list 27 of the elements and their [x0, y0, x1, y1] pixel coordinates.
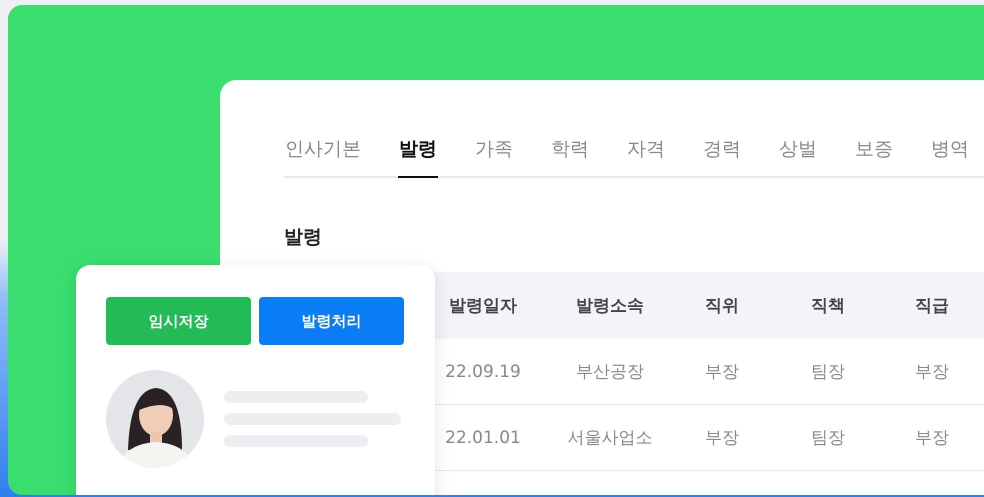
column-header: 직급: [914, 295, 950, 317]
table-cell-text: 22.01.01: [444, 428, 522, 448]
tab[interactable]: 보증: [854, 126, 894, 178]
tab[interactable]: 경력: [702, 126, 742, 178]
table-cell-text: 부장: [704, 361, 740, 383]
table-cell-text: 팀장: [810, 427, 846, 449]
tab[interactable]: 학력: [550, 126, 590, 178]
tab[interactable]: 발령: [398, 126, 438, 178]
action-button[interactable]: 발령처리: [259, 297, 404, 345]
tab[interactable]: 인사기본: [284, 126, 362, 178]
column-header: 직책: [810, 295, 846, 317]
tab[interactable]: 병역: [930, 126, 970, 178]
column-header: 직위: [704, 295, 740, 317]
table-cell-text: 22.09.19: [444, 362, 522, 382]
table-cell-text: 팀장: [810, 361, 846, 383]
tab[interactable]: 자격: [626, 126, 666, 178]
table-cell-text: 부장: [704, 427, 740, 449]
tab[interactable]: 상벌: [778, 126, 818, 178]
section-title: 발령: [284, 225, 323, 250]
table-cell-text: 서울사업소: [566, 427, 654, 449]
column-header: 발령일자: [448, 295, 518, 317]
table-cell-text: 부장: [914, 427, 950, 449]
tab[interactable]: 가족: [474, 126, 514, 178]
table-cell-text: 부산공장: [575, 361, 645, 383]
table-cell-text: 부장: [914, 361, 950, 383]
column-header: 발령소속: [575, 295, 645, 317]
action-button[interactable]: 임시저장: [106, 297, 251, 345]
